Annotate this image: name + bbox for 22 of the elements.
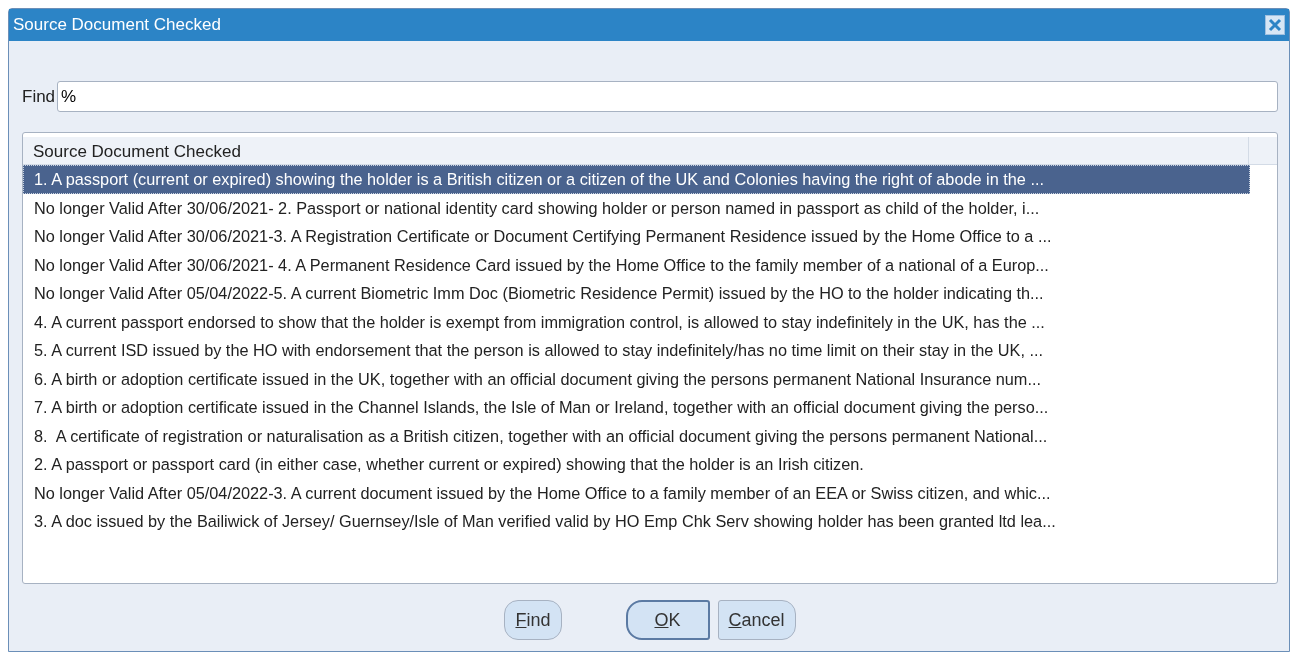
list-row[interactable]: No longer Valid After 05/04/2022-5. A current Biometric Imm Doc (Biometric Residence Permit) issued by the HO to the holder indicating th... [23, 279, 1250, 308]
dialog-button[interactable]: Cancel [717, 600, 796, 640]
list-row[interactable]: No longer Valid After 05/04/2022-3. A current document issued by the Home Office to a family member of an EEA or Swiss citizen, and whic... [23, 478, 1250, 507]
column-header: Source Document Checked [23, 137, 1249, 164]
list-row[interactable]: 2. A passport or passport card (in either case, whether current or expired) showing that the holder is an Irish citizen. [23, 450, 1250, 479]
list-row[interactable]: 8. A certificate of registration or naturalisation as a British citizen, together with an official document giving the persons permanent National... [23, 421, 1250, 450]
dialog-button[interactable]: Find [504, 600, 562, 640]
list-row[interactable]: No longer Valid After 30/06/2021- 4. A Permanent Residence Card issued by the Home Office to the family member of a national of a Europ... [23, 250, 1250, 279]
list-row[interactable]: 6. A birth or adoption certificate issued in the UK, together with an official document giving the persons permanent National Insurance num... [23, 364, 1250, 393]
find-label: Find [22, 85, 56, 108]
close-icon [1268, 18, 1282, 32]
dialog-button[interactable]: OK [625, 600, 710, 640]
list-row[interactable]: 4. A current passport endorsed to show that the holder is exempt from immigration control, is allowed to stay indefinitely in the UK, has the ... [23, 307, 1250, 336]
list-row[interactable]: 3. A doc issued by the Bailiwick of Jersey/ Guernsey/Isle of Man verified valid by HO Emp Chk Serv showing holder has been granted ltd lea... [23, 507, 1250, 536]
list-row[interactable]: 7. A birth or adoption certificate issued in the Channel Islands, the Isle of Man or Ireland, together with an official document giving the perso... [23, 393, 1250, 422]
window-title: Source Document Checked [13, 14, 221, 37]
close-button[interactable] [1265, 15, 1285, 35]
list-row[interactable]: No longer Valid After 30/06/2021-3. A Registration Certificate or Document Certifying Permanent Residence issued by the Home Office to a ... [23, 222, 1250, 251]
list-row[interactable]: No longer Valid After 30/06/2021- 2. Passport or national identity card showing holder or person named in passport as child of the holder, i... [23, 193, 1250, 222]
find-field[interactable]: % [57, 81, 1278, 112]
list-row[interactable]: 5. A current ISD issued by the HO with endorsement that the person is allowed to stay indefinitely/has no time limit on their stay in the UK, ... [23, 336, 1250, 365]
list-row[interactable]: 1. A passport (current or expired) showing the holder is a British citizen or a citizen of the UK and Colonies having the right of abode in the ... [23, 165, 1250, 194]
